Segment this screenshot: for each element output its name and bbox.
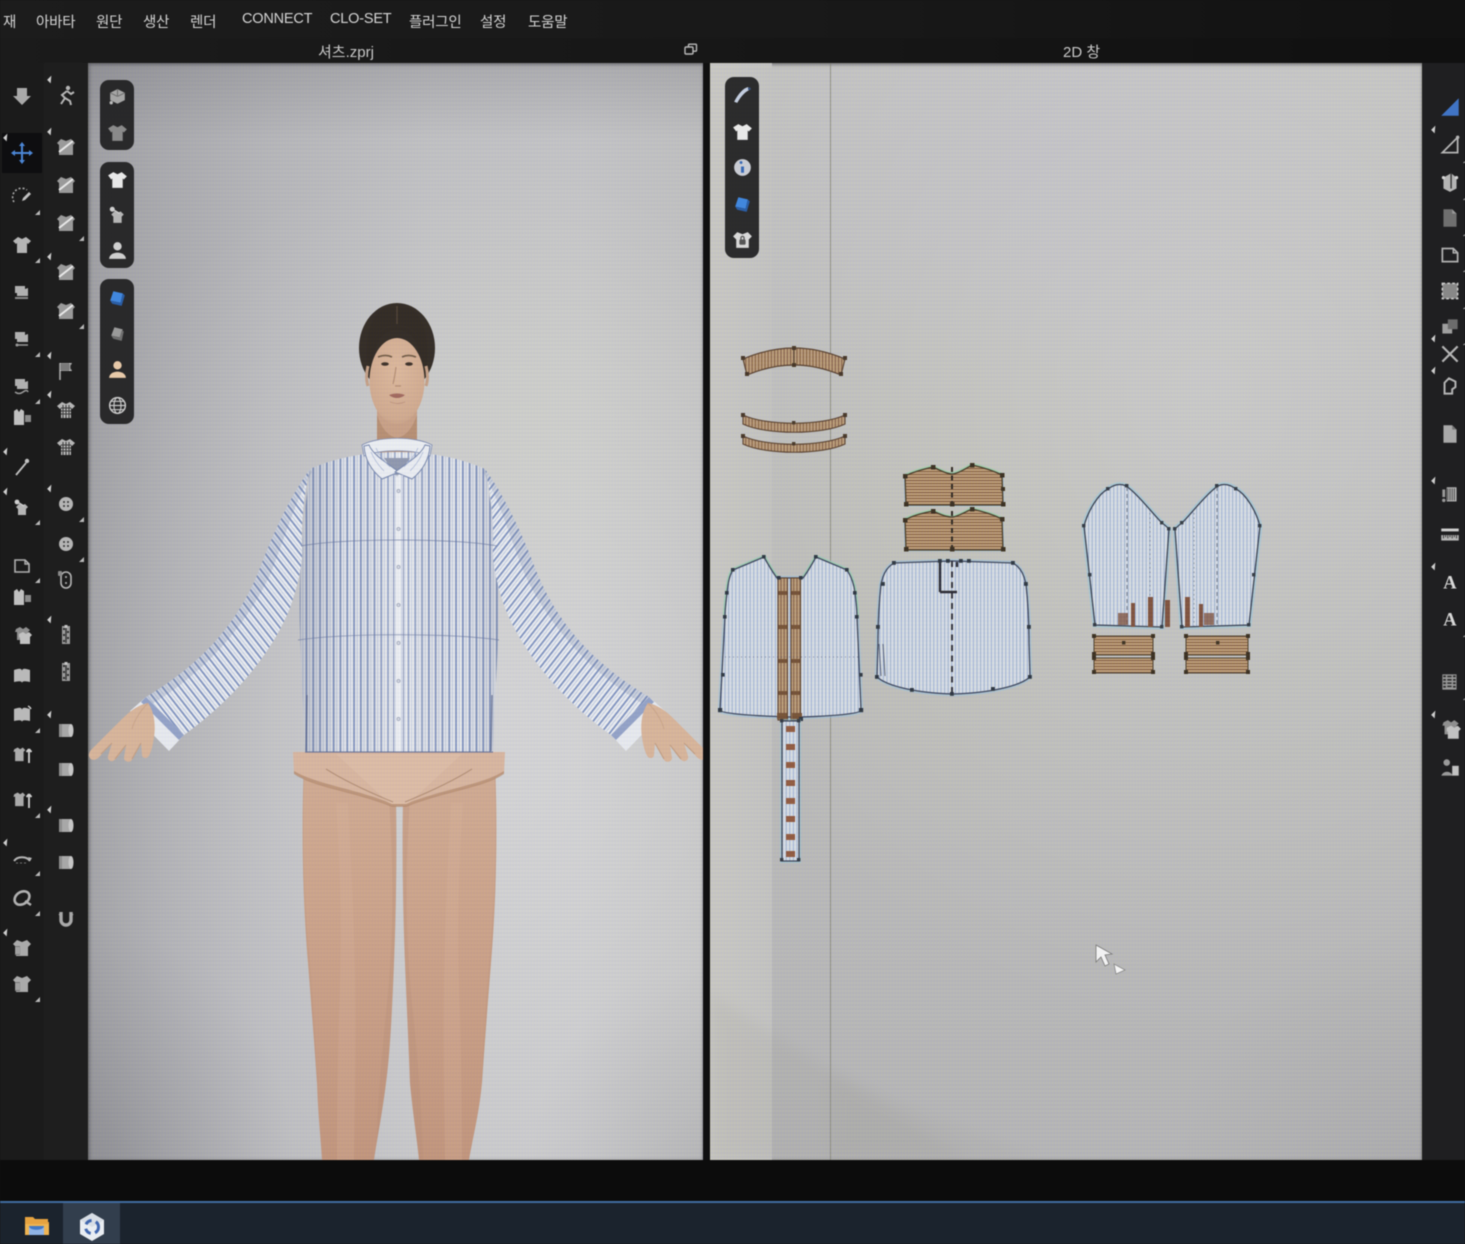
svg-text:A: A: [1443, 610, 1457, 631]
svg-text:A: A: [1443, 573, 1457, 594]
